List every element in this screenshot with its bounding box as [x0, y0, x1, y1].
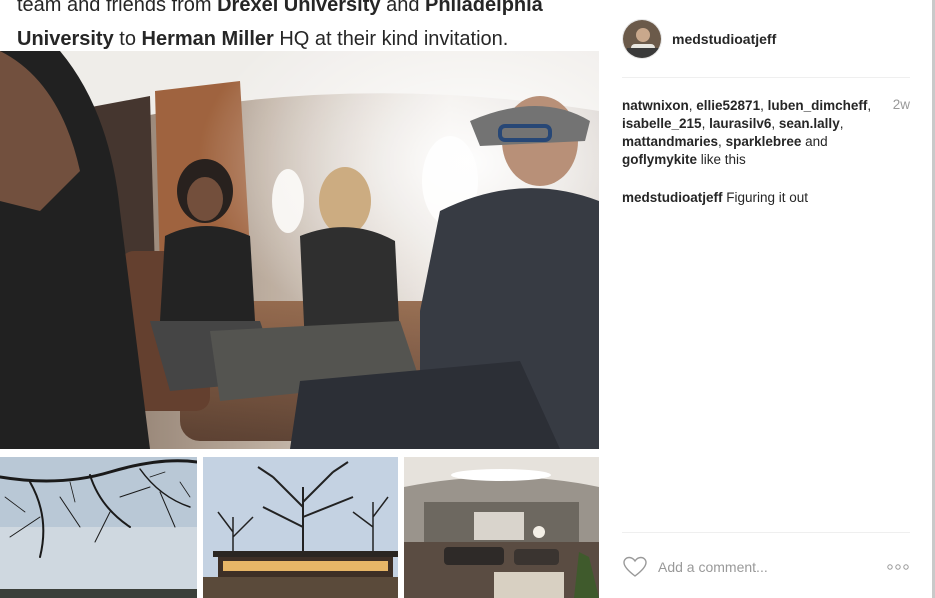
building-trees-illustration [203, 457, 398, 598]
caption-link-philadelphia[interactable]: Philadelphia [425, 0, 543, 16]
likes-list: natwnixon, ellie52871, luben_dimcheff, i… [622, 97, 887, 169]
like-separator: and [801, 134, 828, 149]
footer-divider [622, 532, 910, 533]
interior-lounge-illustration [404, 457, 599, 598]
more-dots-icon[interactable] [886, 562, 910, 572]
post-details-panel: medstudioatjeff natwnixon, ellie52871, l… [600, 0, 935, 598]
caption-link-herman-miller[interactable]: Herman Miller [142, 28, 274, 50]
like-username[interactable]: isabelle_215 [622, 116, 702, 131]
caption-link-drexel[interactable]: Drexel University [217, 0, 380, 16]
like-separator: , [867, 98, 872, 113]
comment-bar [622, 553, 910, 581]
avatar-image [623, 20, 661, 58]
like-username[interactable]: sean.lally [779, 116, 840, 131]
like-separator: like this [697, 152, 746, 167]
like-separator: , [839, 116, 844, 131]
caption-link-university[interactable]: University [17, 28, 114, 50]
comment: medstudioatjeff Figuring it out [622, 189, 808, 207]
like-username[interactable]: sparklebree [726, 134, 802, 149]
post-caption: team and friends from Drexel University … [17, 0, 597, 56]
thumb-photo-interior-lounge[interactable] [404, 457, 599, 598]
like-username[interactable]: mattandmaries [622, 134, 718, 149]
like-separator: , [718, 134, 726, 149]
post-header: medstudioatjeff [622, 18, 776, 60]
add-comment-input[interactable] [658, 559, 886, 575]
like-username[interactable]: natwnixon [622, 98, 689, 113]
like-separator: , [771, 116, 779, 131]
caption-text: to [113, 28, 142, 50]
like-separator: , [760, 98, 768, 113]
header-divider [622, 77, 910, 78]
caption-text: HQ at their kind invitation. [273, 28, 509, 50]
jet-cabin-illustration [0, 51, 599, 449]
post-media-column: team and friends from Drexel University … [0, 0, 600, 598]
thumb-photo-building-trees[interactable] [203, 457, 398, 598]
caption-text: and [380, 0, 425, 16]
avatar[interactable] [622, 19, 662, 59]
caption-text: team and friends from [17, 0, 218, 16]
post-author-username[interactable]: medstudioatjeff [672, 31, 776, 47]
like-username[interactable]: luben_dimcheff [768, 98, 868, 113]
comment-text: Figuring it out [722, 190, 809, 205]
like-username[interactable]: goflymykite [622, 152, 697, 167]
comment-author[interactable]: medstudioatjeff [622, 190, 723, 205]
like-separator: , [701, 116, 710, 131]
main-photo-jet-cabin[interactable] [0, 51, 599, 449]
heart-outline-icon[interactable] [622, 555, 648, 579]
like-username[interactable]: laurasilv6 [709, 116, 771, 131]
tree-branches-illustration [0, 457, 197, 598]
thumb-photo-tree-branches[interactable] [0, 457, 197, 598]
post-age[interactable]: 2w [893, 97, 910, 112]
like-username[interactable]: ellie52871 [696, 98, 760, 113]
